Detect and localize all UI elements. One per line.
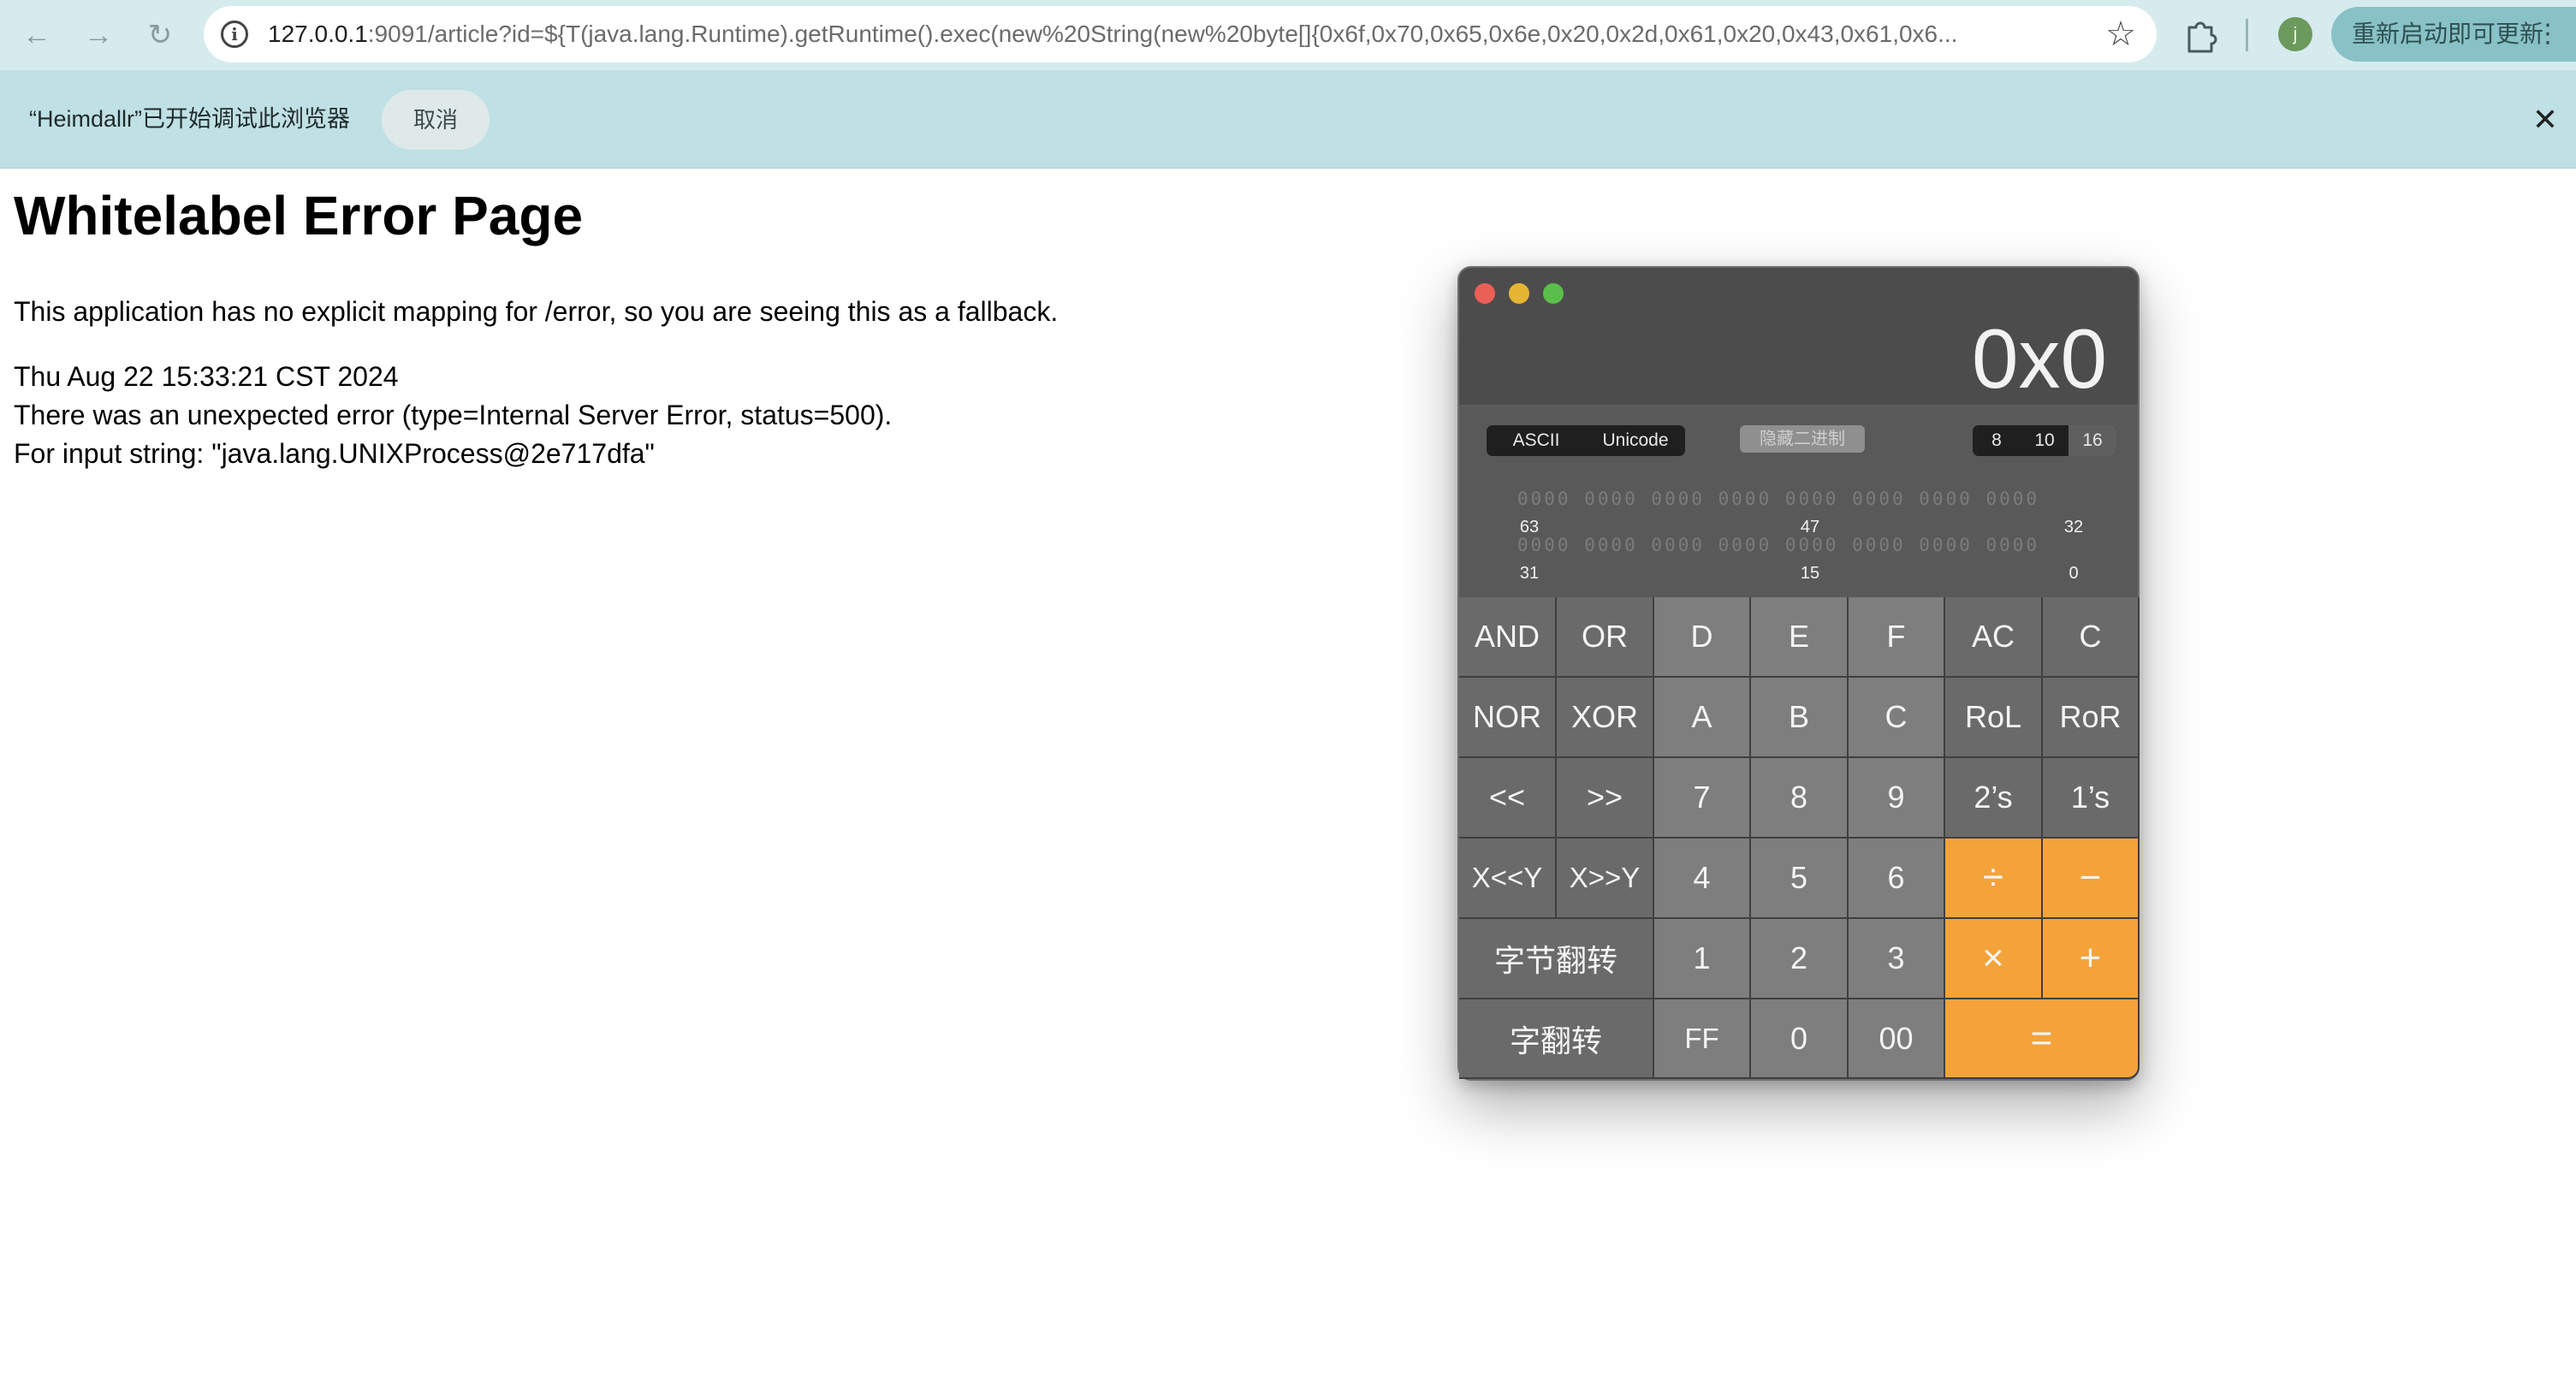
key-add[interactable]: + [2043,919,2140,999]
address-bar[interactable]: i 127.0.0.1:9091/article?id=${T(java.lan… [204,6,2157,62]
key-2[interactable]: 2 [1751,919,1849,999]
key-all-clear[interactable]: AC [1945,597,2043,678]
key-7[interactable]: 7 [1654,758,1751,839]
bookmark-star-icon[interactable]: ☆ [2105,13,2136,56]
key-8[interactable]: 8 [1751,758,1849,839]
infobar-message: “Heimdallr”已开始调试此浏览器 [29,106,351,132]
key-rotate-left[interactable]: RoL [1945,678,2043,758]
key-byte-flip[interactable]: 字节翻转 [1459,919,1654,999]
key-equals[interactable]: = [1945,999,2140,1079]
forward-button[interactable]: → [77,14,120,56]
base-10[interactable]: 10 [2021,425,2069,456]
key-b[interactable]: B [1751,678,1849,758]
key-or[interactable]: OR [1557,597,1654,678]
key-f[interactable]: F [1849,597,1945,678]
profile-avatar[interactable]: j [2278,17,2312,51]
key-6[interactable]: 6 [1849,839,1945,919]
reload-icon: ↻ [147,19,173,51]
encoding-ascii[interactable]: ASCII [1487,425,1586,456]
error-timestamp: Thu Aug 22 15:33:21 CST 2024 [14,361,399,392]
arrow-right-icon: → [84,18,113,51]
browser-toolbar: ← → ↻ i 127.0.0.1:9091/article?id=${T(ja… [0,0,2576,70]
back-button[interactable]: ← [15,14,58,56]
error-type-line: There was an unexpected error (type=Inte… [14,400,893,430]
error-input-line: For input string: "java.lang.UNIXProcess… [14,438,655,469]
key-nor[interactable]: NOR [1459,678,1557,758]
key-d[interactable]: D [1654,597,1751,678]
key-shift-left[interactable]: << [1459,758,1557,839]
key-e[interactable]: E [1751,597,1849,678]
page-title: Whitelabel Error Page [14,185,584,246]
base-toggle: 8 10 16 [1973,425,2116,456]
key-subtract[interactable]: − [2043,839,2140,919]
key-4[interactable]: 4 [1654,839,1751,919]
more-menu-icon[interactable]: ⋮ [2535,7,2561,62]
key-a[interactable]: A [1654,678,1751,758]
key-twos-complement[interactable]: 2’s [1945,758,2043,839]
arrow-left-icon: ← [22,18,51,51]
binary-bits-low[interactable]: 0000 0000 0000 0000 0000 0000 0000 0000 [1517,535,2039,555]
error-description: This application has no explicit mapping… [14,296,1059,327]
url-host: 127.0.0.1 [268,21,368,47]
key-x-shift-right-y[interactable]: X>>Y [1557,839,1654,919]
update-button[interactable]: 重新启动即可更新 ⋮ [2331,7,2576,62]
url-text[interactable]: 127.0.0.1:9091/article?id=${T(java.lang.… [268,21,2031,48]
bit-label-0: 0 [2069,564,2079,583]
key-c-hex[interactable]: C [1849,678,1945,758]
window-minimize-button[interactable] [1509,283,1529,304]
extensions-puzzle-icon[interactable] [2181,15,2220,55]
key-9[interactable]: 9 [1849,758,1945,839]
key-word-flip[interactable]: 字翻转 [1459,999,1654,1079]
debug-infobar: “Heimdallr”已开始调试此浏览器 取消 ✕ [0,70,2576,169]
key-divide[interactable]: ÷ [1945,839,2043,919]
hide-binary-button[interactable]: 隐藏二进制 [1740,425,1865,453]
key-multiply[interactable]: × [1945,919,2043,999]
key-0[interactable]: 0 [1751,999,1849,1079]
key-clear[interactable]: C [2043,597,2140,678]
base-8[interactable]: 8 [1973,425,2021,456]
key-ff[interactable]: FF [1654,999,1751,1079]
key-3[interactable]: 3 [1849,919,1945,999]
key-00[interactable]: 00 [1849,999,1945,1079]
base-16[interactable]: 16 [2069,425,2116,456]
cancel-button[interactable]: 取消 [382,90,490,150]
encoding-toggle: ASCII Unicode [1487,425,1685,456]
window-close-button[interactable] [1475,283,1495,304]
bit-label-31: 31 [1519,564,1540,583]
key-shift-right[interactable]: >> [1557,758,1654,839]
encoding-unicode[interactable]: Unicode [1586,425,1685,456]
window-maximize-button[interactable] [1543,283,1564,304]
close-icon[interactable]: ✕ [2526,101,2564,139]
toolbar-divider [2246,19,2248,51]
key-xor[interactable]: XOR [1557,678,1654,758]
key-1[interactable]: 1 [1654,919,1751,999]
site-info-icon[interactable]: i [221,21,248,48]
bit-label-15: 15 [1800,564,1820,583]
key-and[interactable]: AND [1459,597,1557,678]
reload-button[interactable]: ↻ [139,14,181,56]
url-path: :9091/article?id=${T(java.lang.Runtime).… [367,21,1958,47]
key-x-shift-left-y[interactable]: X<<Y [1459,839,1557,919]
key-5[interactable]: 5 [1751,839,1849,919]
key-rotate-right[interactable]: RoR [2043,678,2140,758]
calculator-display: 0x0 [1971,311,2107,406]
update-label: 重新启动即可更新 [2352,21,2544,47]
keypad-layer: AND OR D E F AC C NOR XOR A B C RoL RoR … [1459,597,2140,1079]
bit-label-32: 32 [2063,518,2084,536]
binary-bits-high[interactable]: 0000 0000 0000 0000 0000 0000 0000 0000 [1517,489,2039,509]
key-ones-complement[interactable]: 1’s [2043,758,2140,839]
